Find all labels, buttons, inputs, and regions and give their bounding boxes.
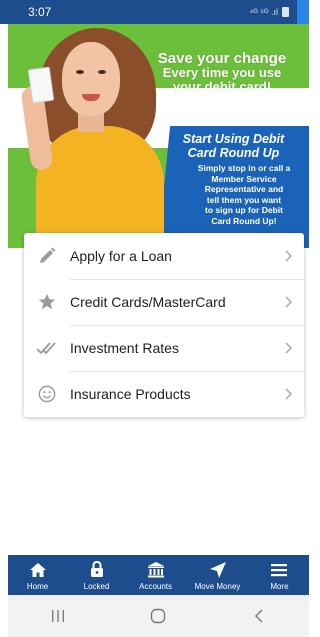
chevron-right-icon (274, 388, 304, 400)
menu-item-label: Apply for a Loan (70, 248, 172, 264)
home-nav-button[interactable] (133, 601, 183, 631)
home-circle-icon (151, 608, 166, 624)
menu-icon (271, 560, 288, 580)
banner-subheadline: Start Using Debit Card Round Up (182, 132, 285, 160)
menu-item-apply-loan[interactable]: Apply for a Loan (24, 233, 304, 279)
home-icon (29, 560, 47, 580)
signal-icon: ⁴ᴳ ⁵ᴳ .ıl (249, 7, 278, 17)
recents-icon (52, 610, 65, 622)
bottom-tab-bar: Home Locked Accounts Move Money More (8, 555, 309, 595)
double-check-icon (24, 341, 70, 355)
smiley-icon (24, 385, 70, 403)
lock-icon (90, 560, 104, 580)
status-time: 3:07 (28, 5, 52, 19)
status-bar: 3:07 ⁴ᴳ ⁵ᴳ .ıl (0, 0, 309, 24)
bank-icon (147, 560, 165, 580)
send-icon (209, 560, 227, 580)
battery-icon (282, 7, 289, 17)
promo-banner[interactable]: Save your change Every time you use your… (8, 24, 309, 248)
banner-headline: Save your change Every time you use your… (157, 50, 287, 94)
services-menu: Apply for a Loan Credit Cards/MasterCard… (24, 233, 304, 417)
menu-item-label: Insurance Products (70, 386, 191, 402)
chevron-right-icon (274, 342, 304, 354)
recent-apps-button[interactable] (33, 601, 83, 631)
pencil-icon (24, 247, 70, 265)
back-chevron-icon (254, 609, 263, 623)
menu-item-label: Credit Cards/MasterCard (70, 294, 226, 310)
tab-move-money[interactable]: Move Money (195, 555, 240, 595)
back-button[interactable] (234, 601, 284, 631)
chevron-right-icon (274, 250, 304, 262)
tab-accounts[interactable]: Accounts (136, 555, 176, 595)
debit-card-icon (27, 66, 55, 104)
menu-item-investment-rates[interactable]: Investment Rates (24, 325, 304, 371)
menu-item-label: Investment Rates (70, 340, 179, 356)
tab-more[interactable]: More (259, 555, 299, 595)
status-icons: ⁴ᴳ ⁵ᴳ .ıl (249, 7, 289, 17)
chevron-right-icon (274, 296, 304, 308)
menu-item-insurance[interactable]: Insurance Products (24, 371, 304, 417)
system-nav-bar (8, 595, 309, 637)
tab-locked[interactable]: Locked (77, 555, 117, 595)
banner-body-text: Simply stop in or call a Member Service … (197, 163, 291, 226)
corner-accent (297, 0, 309, 24)
star-icon (24, 293, 70, 311)
tab-home[interactable]: Home (18, 555, 58, 595)
menu-item-credit-cards[interactable]: Credit Cards/MasterCard (24, 279, 304, 325)
